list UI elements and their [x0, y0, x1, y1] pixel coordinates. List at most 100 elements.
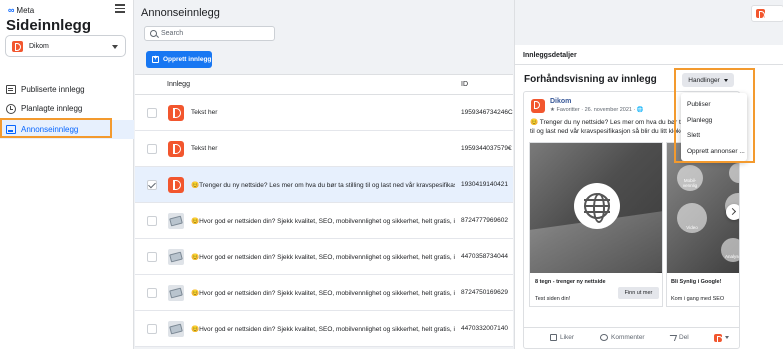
carousel-next-icon[interactable]	[726, 204, 739, 220]
table-row[interactable]: 😊Hvor god er nettsiden din? Sjekk kvalit…	[135, 311, 513, 347]
post-id: 1930419140421	[461, 181, 508, 188]
panel-header: Innleggsdetaljer	[515, 45, 783, 65]
table-header: Innlegg ID	[135, 75, 513, 95]
table-row[interactable]: Tekst her 1959346734246C	[135, 95, 513, 131]
post-thumbnail-image	[168, 249, 184, 265]
row-checkbox[interactable]	[147, 288, 157, 298]
share-label: Del	[679, 334, 689, 341]
post-id: 8724750169629	[461, 289, 508, 296]
meta-brand-text: Meta	[16, 5, 35, 15]
highlight-box-actions	[674, 68, 755, 163]
globe-icon	[584, 193, 610, 223]
post-id: 8724777969602	[461, 217, 508, 224]
create-post-label: Opprett innlegg	[163, 56, 212, 63]
slide-image	[530, 143, 662, 273]
post-thumbnail-image	[168, 321, 184, 337]
slide-subtitle: Kom i gang med SEO	[671, 296, 725, 302]
menu-icon[interactable]	[115, 4, 125, 13]
post-author[interactable]: Dikom	[550, 98, 571, 105]
main-content: Annonseinnlegg Search Opprett innlegg In…	[135, 0, 513, 349]
post-details-panel: Innleggsdetaljer Forhåndsvisning av innl…	[514, 0, 783, 349]
slide-title: 8 tegn - trenger ny nettside	[535, 279, 606, 285]
dikom-logo-icon	[714, 333, 723, 344]
thumbs-up-icon	[550, 334, 557, 341]
like-label: Liker	[560, 334, 575, 341]
left-sidebar: ∞ Meta Sideinnlegg Dikom Publiserte innl…	[0, 0, 134, 349]
page-identity-selector[interactable]	[714, 333, 729, 344]
video-bubble: Video	[677, 203, 707, 233]
comment-icon	[600, 334, 608, 341]
posts-table: Innlegg ID Tekst her 1959346734246C Teks…	[135, 74, 513, 347]
carousel-slide[interactable]: Mobil-vennlig Video Analyse Bli Synlig i…	[666, 142, 739, 307]
page-switcher[interactable]	[751, 5, 783, 22]
avatar[interactable]	[531, 99, 545, 113]
like-button[interactable]: Liker	[550, 334, 574, 341]
document-icon	[6, 85, 16, 94]
meta-logo[interactable]: ∞ Meta	[8, 5, 34, 15]
row-checkbox[interactable]	[147, 324, 157, 334]
table-row[interactable]: 😊Hvor god er nettsiden din? Sjekk kvalit…	[135, 203, 513, 239]
sidebar-title: Sideinnlegg	[6, 17, 92, 34]
table-row[interactable]: 😊Hvor god er nettsiden din? Sjekk kvalit…	[135, 275, 513, 311]
table-row[interactable]: Tekst her 1959344037579€	[135, 131, 513, 167]
share-button[interactable]: Del	[667, 334, 689, 341]
post-thumbnail-image	[168, 213, 184, 229]
search-placeholder: Search	[161, 30, 184, 37]
post-thumbnail	[168, 105, 184, 121]
post-text: 😊Hvor god er nettsiden din? Sjekk kvalit…	[191, 289, 455, 297]
sidebar-item-published[interactable]: Publiserte innlegg	[0, 80, 134, 99]
post-id: 1959344037579€	[461, 145, 512, 152]
table-row[interactable]: 😊Hvor god er nettsiden din? Sjekk kvalit…	[135, 239, 513, 275]
share-icon	[667, 334, 678, 341]
dikom-logo-icon	[12, 40, 23, 52]
slide-title: Bli Synlig i Google!	[671, 279, 722, 285]
carousel: 8 tegn - trenger ny nettside Test siden …	[529, 142, 739, 307]
chevron-down-icon	[112, 45, 118, 49]
row-checkbox-checked[interactable]	[147, 180, 157, 190]
sidebar-item-label: Publiserte innlegg	[21, 85, 85, 94]
highlight-box-ad-posts	[0, 118, 112, 138]
post-text: 😊Hvor god er nettsiden din? Sjekk kvalit…	[191, 217, 455, 225]
page-title: Annonseinnlegg	[141, 7, 220, 19]
post-text: Tekst her	[191, 145, 218, 152]
row-checkbox[interactable]	[147, 216, 157, 226]
row-checkbox[interactable]	[147, 144, 157, 154]
account-selector[interactable]: Dikom	[5, 35, 126, 57]
post-text: Tekst her	[191, 109, 218, 116]
comment-label: Kommenter	[611, 334, 645, 341]
panel-top-strip	[515, 0, 783, 45]
create-post-button[interactable]: Opprett innlegg	[146, 51, 212, 68]
table-row-selected[interactable]: 😊Trenger du ny nettside? Les mer om hva …	[135, 167, 513, 203]
post-meta: ★ Favoritter · 26. november 2021 · 🌐	[550, 107, 644, 113]
compose-icon	[152, 55, 159, 63]
column-header-id[interactable]: ID	[461, 81, 468, 88]
row-checkbox[interactable]	[147, 252, 157, 262]
mobile-bubble: Mobil-vennlig	[677, 165, 703, 191]
sidebar-item-scheduled[interactable]: Planlagte innlegg	[0, 99, 134, 118]
carousel-slide[interactable]: 8 tegn - trenger ny nettside Test siden …	[529, 142, 663, 307]
analytics-bubble: Analyse	[721, 238, 739, 262]
account-name: Dikom	[29, 42, 49, 50]
row-checkbox[interactable]	[147, 108, 157, 118]
post-text: 😊Trenger du ny nettside? Les mer om hva …	[191, 181, 455, 189]
post-id: 4470332007140	[461, 325, 508, 332]
preview-title: Forhåndsvisning av innlegg	[524, 74, 657, 85]
post-thumbnail	[168, 177, 184, 193]
meta-infinity-icon: ∞	[8, 5, 15, 15]
dikom-logo-icon	[531, 99, 545, 113]
slide-subtitle: Test siden din!	[535, 296, 571, 302]
post-id: 1959346734246C	[461, 109, 513, 116]
dikom-logo-icon	[756, 9, 765, 19]
chevron-down-icon	[725, 336, 729, 339]
learn-more-button[interactable]: Finn ut mer	[618, 287, 659, 299]
column-header-post[interactable]: Innlegg	[167, 81, 190, 88]
post-text: 😊Hvor god er nettsiden din? Sjekk kvalit…	[191, 325, 455, 333]
comment-button[interactable]: Kommenter	[600, 334, 645, 341]
post-action-bar: Liker Kommenter Del	[524, 327, 739, 347]
post-thumbnail	[168, 141, 184, 157]
clock-icon	[6, 103, 16, 114]
post-thumbnail-image	[168, 285, 184, 301]
search-input[interactable]: Search	[144, 26, 275, 41]
decor-bubble	[729, 163, 739, 183]
search-icon	[150, 30, 157, 37]
